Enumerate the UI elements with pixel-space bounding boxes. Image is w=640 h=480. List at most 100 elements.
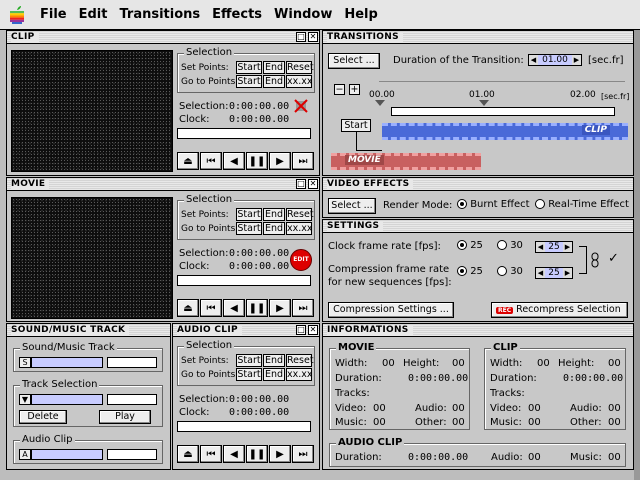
recompress-selection-button[interactable]: REC Recompress Selection xyxy=(491,302,628,318)
zoom-icon[interactable]: □ xyxy=(296,32,306,42)
track-selection-slider[interactable] xyxy=(107,394,157,405)
skip-start-icon[interactable]: ⏮ xyxy=(200,445,222,463)
clip-goto-xx-field[interactable]: xx.xx xyxy=(286,75,313,88)
movie-track-bar[interactable]: MOVIE xyxy=(331,153,481,170)
compression-25-radio[interactable]: 25 xyxy=(457,266,483,277)
realtime-effect-radio[interactable]: Real-Time Effect xyxy=(535,199,629,210)
menu-help[interactable]: Help xyxy=(338,0,383,30)
menu-edit[interactable]: Edit xyxy=(73,0,114,30)
effect-select-button[interactable]: Select ... xyxy=(328,198,376,214)
zoom-icon[interactable]: □ xyxy=(296,179,306,189)
edit-button[interactable]: EDIT xyxy=(290,249,312,271)
settings-panel: SETTINGS Clock frame rate [fps]: 25 30 ◀… xyxy=(322,219,634,322)
skip-start-icon[interactable]: ⏮ xyxy=(200,152,222,170)
no-edit-icon xyxy=(294,99,308,113)
zoom-in-icon[interactable]: + xyxy=(349,84,360,95)
pause-icon[interactable]: ❚❚ xyxy=(246,299,268,317)
movie-goto-end-button[interactable]: End xyxy=(263,222,285,235)
movie-reset-button[interactable]: Reset xyxy=(286,208,314,221)
eject-icon[interactable]: ⏏ xyxy=(177,152,199,170)
movie-position-slider[interactable] xyxy=(177,275,311,286)
clip-goto-start-button[interactable]: Start xyxy=(236,75,262,88)
clip-goto-end-button[interactable]: End xyxy=(263,75,285,88)
transition-range-bar[interactable] xyxy=(391,107,615,116)
track-dropdown-arrow-icon[interactable]: ▼ xyxy=(19,394,31,405)
skip-end-icon[interactable]: ⏭ xyxy=(292,299,314,317)
audio-clip-slider[interactable] xyxy=(107,449,157,460)
clip-set-end-button[interactable]: End xyxy=(263,61,285,74)
rec-icon: REC xyxy=(496,307,514,314)
clip-panel: CLIP □ ✕ Selection Set Points: Go to Poin… xyxy=(6,30,320,176)
audio-reset-button[interactable]: Reset xyxy=(286,354,314,367)
zoom-icon[interactable]: □ xyxy=(296,325,306,335)
eject-icon[interactable]: ⏏ xyxy=(177,445,199,463)
audio-goto-start-button[interactable]: Start xyxy=(236,368,262,381)
skip-start-icon[interactable]: ⏮ xyxy=(200,299,222,317)
movie-goto-xx-field[interactable]: xx.xx xyxy=(286,222,313,235)
clip-reset-button[interactable]: Reset xyxy=(286,61,314,74)
out-point-marker[interactable] xyxy=(479,100,489,106)
play-icon[interactable]: ▶ xyxy=(269,152,291,170)
pause-icon[interactable]: ❚❚ xyxy=(246,445,268,463)
movie-panel: MOVIE □ ✕ Selection Set Points: Go to Poi… xyxy=(6,177,320,322)
informations-panel: INFORMATIONS MOVIE Width: 00 Height: 00 … xyxy=(322,323,634,470)
apple-menu-icon[interactable] xyxy=(0,0,34,30)
clip-position-slider[interactable] xyxy=(177,128,311,139)
menu-window[interactable]: Window xyxy=(268,0,338,30)
close-icon[interactable]: ✕ xyxy=(308,32,318,42)
video-effects-panel: VIDEO EFFECTS Select ... Render Mode: Bu… xyxy=(322,177,634,218)
in-point-marker[interactable] xyxy=(375,100,385,106)
transition-select-button[interactable]: Select ... xyxy=(328,53,380,69)
sound-music-panel: SOUND/MUSIC TRACK Sound/Music Track S Tr… xyxy=(6,323,171,470)
movie-video-preview xyxy=(11,197,173,319)
audio-a-indicator: A xyxy=(19,449,31,460)
pause-icon[interactable]: ❚❚ xyxy=(246,152,268,170)
clock-30-radio[interactable]: 30 xyxy=(497,240,523,251)
audio-goto-xx-field[interactable]: xx.xx xyxy=(286,368,313,381)
clip-set-start-button[interactable]: Start xyxy=(236,61,262,74)
menu-effects[interactable]: Effects xyxy=(206,0,268,30)
step-back-icon[interactable]: ◀ xyxy=(223,299,245,317)
menu-file[interactable]: File xyxy=(34,0,73,30)
play-icon[interactable]: ▶ xyxy=(269,299,291,317)
skip-end-icon[interactable]: ⏭ xyxy=(292,445,314,463)
delete-button[interactable]: Delete xyxy=(19,410,67,424)
zoom-out-icon[interactable]: − xyxy=(334,84,345,95)
movie-goto-start-button[interactable]: Start xyxy=(236,222,262,235)
eject-icon[interactable]: ⏏ xyxy=(177,299,199,317)
clock-25-radio[interactable]: 25 xyxy=(457,240,483,251)
audio-set-end-button[interactable]: End xyxy=(263,354,285,367)
clock-rate-stepper[interactable]: ◀ 25 ▶ xyxy=(535,241,573,253)
play-button[interactable]: Play xyxy=(99,410,151,424)
sound-track-field[interactable] xyxy=(31,357,103,368)
movie-set-end-button[interactable]: End xyxy=(263,208,285,221)
clip-track-bar[interactable]: CLIP xyxy=(382,123,628,140)
audio-goto-end-button[interactable]: End xyxy=(263,368,285,381)
audio-position-slider[interactable] xyxy=(177,421,311,432)
play-icon[interactable]: ▶ xyxy=(269,445,291,463)
duration-stepper[interactable]: ◀ 01.00 ▶ xyxy=(528,54,582,66)
link-checkmark-icon[interactable]: ✓ xyxy=(608,251,619,266)
audio-clip-panel: AUDIO CLIP □ ✕ Selection Set Points: Go t… xyxy=(172,323,320,470)
transition-start-button[interactable]: Start xyxy=(341,119,371,132)
track-selection-field[interactable] xyxy=(31,394,103,405)
movie-set-start-button[interactable]: Start xyxy=(236,208,262,221)
sound-volume-slider[interactable] xyxy=(107,357,157,368)
audio-clip-field[interactable] xyxy=(31,449,103,460)
menu-transitions[interactable]: Transitions xyxy=(113,0,206,30)
compression-rate-stepper[interactable]: ◀ 25 ▶ xyxy=(535,267,573,279)
burnt-effect-radio[interactable]: Burnt Effect xyxy=(457,199,530,210)
skip-end-icon[interactable]: ⏭ xyxy=(292,152,314,170)
audio-transport: ⏏ ⏮ ◀ ❚❚ ▶ ⏭ xyxy=(177,445,315,463)
step-back-icon[interactable]: ◀ xyxy=(223,152,245,170)
desktop-edge xyxy=(634,30,640,480)
compression-settings-button[interactable]: Compression Settings ... xyxy=(328,302,454,318)
compression-30-radio[interactable]: 30 xyxy=(497,266,523,277)
close-icon[interactable]: ✕ xyxy=(308,179,318,189)
clip-panel-title: CLIP xyxy=(7,31,319,44)
audio-set-start-button[interactable]: Start xyxy=(236,354,262,367)
track-s-indicator: S xyxy=(19,357,31,368)
chain-link-icon[interactable] xyxy=(591,252,599,268)
step-back-icon[interactable]: ◀ xyxy=(223,445,245,463)
close-icon[interactable]: ✕ xyxy=(308,325,318,335)
